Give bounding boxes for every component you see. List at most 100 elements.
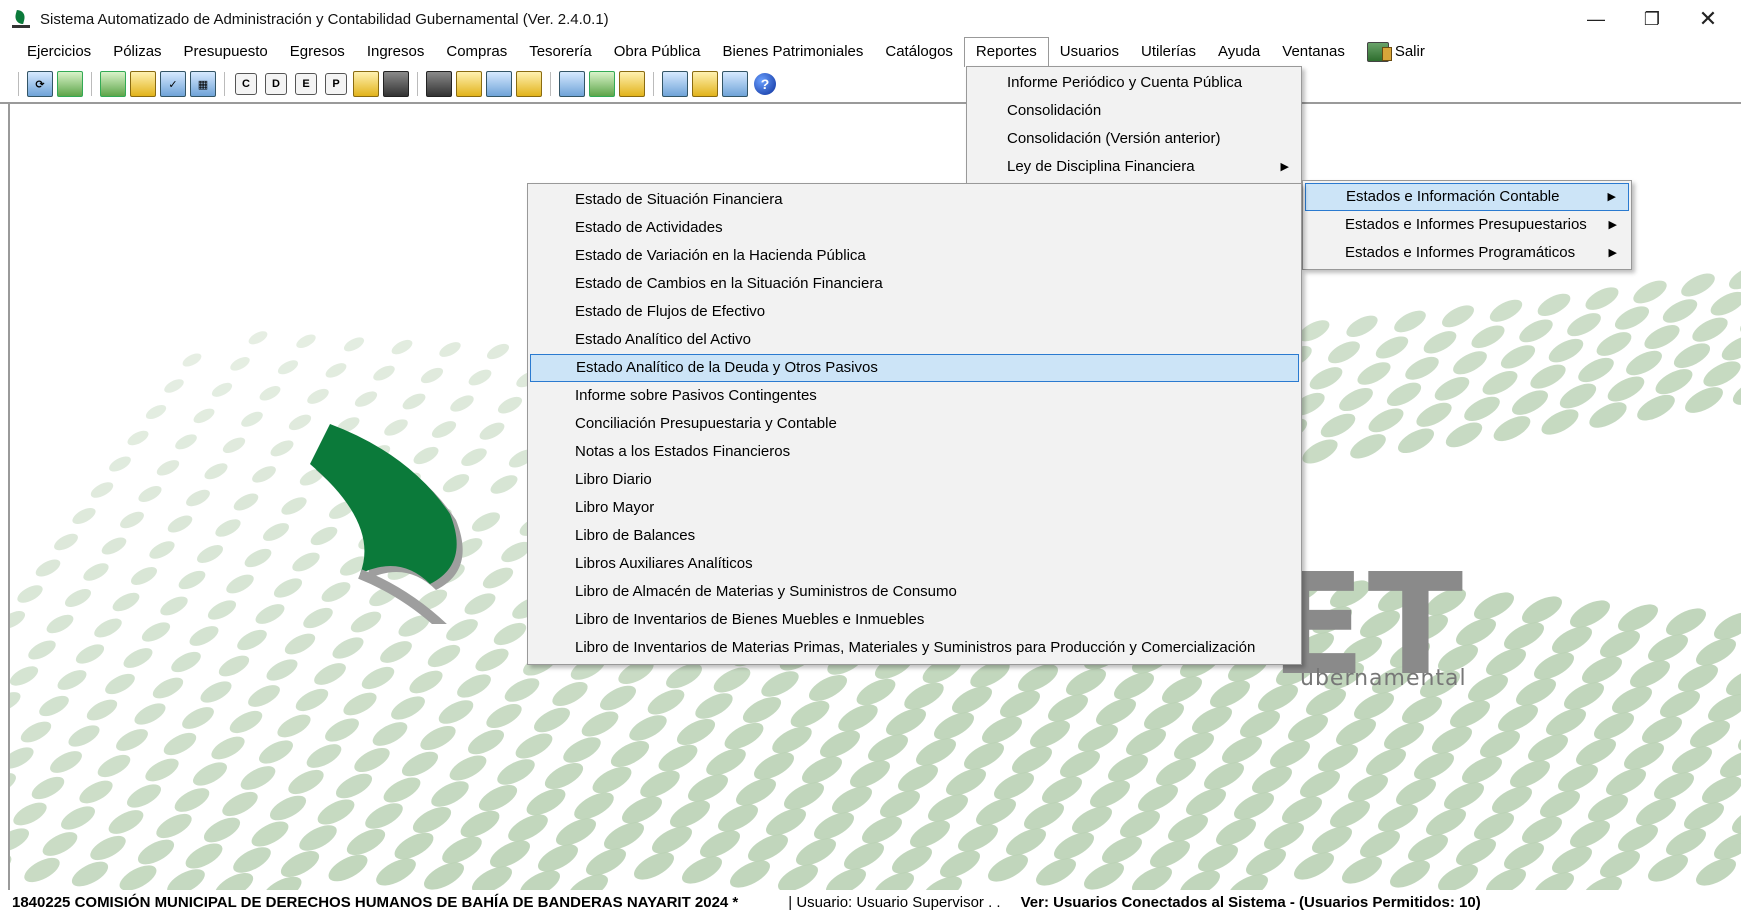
menu-ejercicios[interactable]: Ejercicios	[16, 38, 102, 66]
users-icon[interactable]	[100, 71, 126, 97]
submenu-arrow-icon: ▶	[1607, 191, 1616, 203]
menu-egresos[interactable]: Egresos	[279, 38, 356, 66]
menu-ventanas[interactable]: Ventanas	[1271, 38, 1356, 66]
menu-compras[interactable]: Compras	[435, 38, 518, 66]
printer-icon[interactable]	[383, 71, 409, 97]
contable-menu-item[interactable]: Estado Analítico de la Deuda y Otros Pas…	[530, 354, 1299, 382]
settings-icon[interactable]	[619, 71, 645, 97]
connected-users-link[interactable]: Ver: Usuarios Conectados al Sistema - (U…	[1001, 894, 1481, 911]
tools-icon[interactable]	[589, 71, 615, 97]
contable-menu-item[interactable]: Estado de Actividades	[530, 214, 1299, 242]
menu-item-label: Libro Mayor	[575, 499, 655, 516]
contable-menu-item[interactable]: Notas a los Estados Financieros	[530, 438, 1299, 466]
maximize-button[interactable]: ❐	[1624, 0, 1680, 38]
document-add-icon[interactable]	[57, 71, 83, 97]
menu-catalogos[interactable]: Catálogos	[874, 38, 964, 66]
menu-item-label: Estado de Flujos de Efectivo	[575, 303, 766, 320]
estados-submenu: Estados e Información Contable ▶ Estados …	[1302, 180, 1632, 270]
contable-menu-item[interactable]: Estado de Situación Financiera	[530, 186, 1299, 214]
checklist-icon[interactable]: ✓	[160, 71, 186, 97]
tree-structure-icon[interactable]	[662, 71, 688, 97]
menu-bienes-patrimoniales[interactable]: Bienes Patrimoniales	[711, 38, 874, 66]
contable-menu-item[interactable]: Informe sobre Pasivos Contingentes	[530, 382, 1299, 410]
inventory-icon[interactable]	[486, 71, 512, 97]
menu-utilerias[interactable]: Utilerías	[1130, 38, 1207, 66]
submenu-arrow-icon: ▶	[1608, 219, 1617, 231]
menu-item-label: Estados e Información Contable	[1346, 188, 1560, 205]
clipboard-icon[interactable]	[426, 71, 452, 97]
poliza-d-button[interactable]: D	[265, 73, 287, 95]
transfer-icon[interactable]	[130, 71, 156, 97]
title-bar: Sistema Automatizado de Administración y…	[0, 0, 1741, 38]
menu-item-label: Informe Periódico y Cuenta Pública	[1007, 74, 1243, 91]
saacg-logo-leaf	[310, 424, 463, 624]
menu-item-label: Libro Diario	[575, 471, 652, 488]
menu-presupuesto[interactable]: Presupuesto	[173, 38, 279, 66]
menu-polizas[interactable]: Pólizas	[102, 38, 172, 66]
contable-menu-item[interactable]: Estado de Variación en la Hacienda Públi…	[530, 242, 1299, 270]
contable-menu-item[interactable]: Estado de Cambios en la Situación Financ…	[530, 270, 1299, 298]
submenu-arrow-icon: ▶	[1280, 161, 1289, 173]
menu-item-label: Libros Auxiliares Analíticos	[575, 555, 753, 572]
contable-menu-item[interactable]: Conciliación Presupuestaria y Contable	[530, 410, 1299, 438]
poliza-c-button[interactable]: C	[235, 73, 257, 95]
menu-item-estados-presupuestarios[interactable]: Estados e Informes Presupuestarios ▶	[1305, 211, 1629, 239]
menu-item-label: Libro de Almacén de Materias y Suministr…	[575, 583, 957, 600]
menu-item-label: Consolidación (Versión anterior)	[1007, 130, 1221, 147]
menu-item-label: Estados e Informes Presupuestarios	[1345, 216, 1587, 233]
exit-door-icon	[1366, 42, 1392, 62]
toolbar-grip	[18, 72, 19, 96]
menu-item-label: Notas a los Estados Financieros	[575, 443, 791, 460]
toolbar-separator	[91, 72, 92, 96]
menu-item-label: Estado de Actividades	[575, 219, 723, 236]
menu-item-label: Ley de Disciplina Financiera	[1007, 158, 1195, 175]
contable-menu-item[interactable]: Estado Analítico del Activo	[530, 326, 1299, 354]
menu-item-label: Estado Analítico del Activo	[575, 331, 751, 348]
menu-item-informe-periodico[interactable]: Informe Periódico y Cuenta Pública	[967, 69, 1301, 97]
status-bar: 1840225 COMISIÓN MUNICIPAL DE DERECHOS H…	[0, 890, 1741, 915]
contable-menu-item[interactable]: Libros Auxiliares Analíticos	[530, 550, 1299, 578]
contable-menu-item[interactable]: Libro Mayor	[530, 494, 1299, 522]
contable-menu-item[interactable]: Libro de Almacén de Materias y Suministr…	[530, 578, 1299, 606]
contable-menu-item[interactable]: Estado de Flujos de Efectivo	[530, 298, 1299, 326]
toolbar-separator	[550, 72, 551, 96]
menu-item-label: Informe sobre Pasivos Contingentes	[575, 387, 817, 404]
refresh-icon[interactable]: ⟳	[27, 71, 53, 97]
toolbar-separator	[224, 72, 225, 96]
contable-menu-item[interactable]: Libro de Inventarios de Bienes Muebles e…	[530, 606, 1299, 634]
contable-menu-item[interactable]: Libro de Inventarios de Materias Primas,…	[530, 634, 1299, 662]
app-logo-icon	[12, 10, 30, 28]
menu-item-label: Estado de Cambios en la Situación Financ…	[575, 275, 883, 292]
report-icon[interactable]	[559, 71, 585, 97]
contable-menu-item[interactable]: Libro Diario	[530, 466, 1299, 494]
menu-item-label: Estado Analítico de la Deuda y Otros Pas…	[576, 359, 878, 376]
help-icon[interactable]: ?	[754, 73, 776, 95]
table-grid-icon[interactable]: ▦	[190, 71, 216, 97]
contable-menu-item[interactable]: Libro de Balances	[530, 522, 1299, 550]
payment-icon[interactable]	[353, 71, 379, 97]
menu-usuarios[interactable]: Usuarios	[1049, 38, 1130, 66]
menu-item-ley-disciplina[interactable]: Ley de Disciplina Financiera ▶	[967, 153, 1301, 181]
menu-salir[interactable]: Salir	[1356, 38, 1436, 66]
menu-item-estados-contable[interactable]: Estados e Información Contable ▶	[1305, 183, 1629, 211]
menu-obra-publica[interactable]: Obra Pública	[603, 38, 712, 66]
menu-item-estados-programaticos[interactable]: Estados e Informes Programáticos ▶	[1305, 239, 1629, 267]
minimize-button[interactable]: —	[1568, 0, 1624, 38]
close-button[interactable]: ✕	[1680, 0, 1736, 38]
menu-item-label: Estado de Situación Financiera	[575, 191, 783, 208]
calculator-icon[interactable]	[722, 71, 748, 97]
menu-item-label: Consolidación	[1007, 102, 1102, 119]
menu-ingresos[interactable]: Ingresos	[356, 38, 436, 66]
company-status: 1840225 COMISIÓN MUNICIPAL DE DERECHOS H…	[12, 894, 739, 911]
menu-item-consolidacion[interactable]: Consolidación	[967, 97, 1301, 125]
menu-item-label: Estados e Informes Programáticos	[1345, 244, 1576, 261]
poliza-e-button[interactable]: E	[295, 73, 317, 95]
menu-ayuda[interactable]: Ayuda	[1207, 38, 1271, 66]
menu-item-consolidacion-anterior[interactable]: Consolidación (Versión anterior)	[967, 125, 1301, 153]
poliza-p-button[interactable]: P	[325, 73, 347, 95]
box-icon[interactable]	[516, 71, 542, 97]
menu-tesoreria[interactable]: Tesorería	[518, 38, 603, 66]
edit-icon[interactable]	[456, 71, 482, 97]
user-lock-icon[interactable]	[692, 71, 718, 97]
menu-reportes[interactable]: Reportes	[963, 37, 1049, 67]
